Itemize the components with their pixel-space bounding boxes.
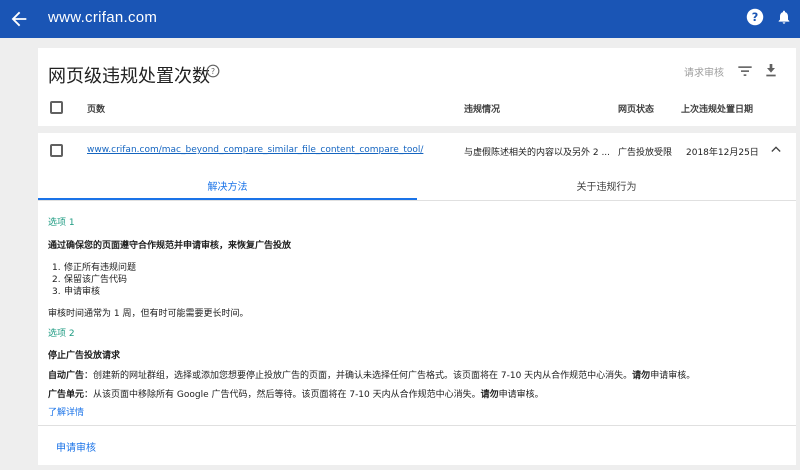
review-time-note: 审核时间通常为 1 周，但有时可能需要更长时间。 bbox=[48, 309, 249, 319]
download-icon[interactable] bbox=[764, 62, 778, 78]
request-review-button[interactable]: 请求审核 bbox=[684, 64, 724, 79]
violations-header-card: 网页级违规处置次数 ? 请求审核 页数 违规情况 网页状态 上次违规处置日期 bbox=[38, 48, 796, 126]
column-header-violation: 违规情况 bbox=[464, 105, 501, 115]
site-title: www.crifan.com bbox=[48, 9, 158, 26]
step-text: 申请审核 bbox=[64, 287, 101, 297]
divider bbox=[38, 425, 796, 426]
svg-text:?: ? bbox=[752, 11, 759, 24]
help-icon[interactable]: ? bbox=[746, 8, 764, 26]
filter-icon[interactable] bbox=[737, 64, 753, 78]
column-header-pages: 页数 bbox=[87, 105, 106, 115]
option1-heading: 通过确保您的页面遵守合作规范并申请审核，来恢复广告投放 bbox=[48, 241, 292, 251]
tab-bar: 解决方法 关于违规行为 bbox=[38, 173, 796, 201]
tab-about-violation[interactable]: 关于违规行为 bbox=[417, 178, 796, 193]
option1-label: 选项 1 bbox=[48, 218, 75, 228]
list-item: 3. 申请审核 bbox=[52, 287, 101, 297]
svg-text:?: ? bbox=[211, 67, 215, 76]
page-url-link[interactable]: www.crifan.com/mac_beyond_compare_simila… bbox=[87, 145, 423, 155]
learn-more-link[interactable]: 了解详情 bbox=[48, 405, 84, 418]
date-cell: 2018年12月25日 bbox=[686, 148, 759, 158]
select-all-checkbox[interactable] bbox=[50, 101, 63, 114]
status-cell: 广告投放受限 bbox=[618, 148, 673, 158]
ad-unit-instruction: 广告单元：从该页面中移除所有 Google 广告代码，然后等待。该页面将在 7-… bbox=[48, 390, 544, 400]
back-arrow-icon[interactable] bbox=[8, 8, 30, 30]
apply-review-button[interactable]: 申请审核 bbox=[56, 439, 96, 454]
violation-cell: 与虚假陈述相关的内容以及另外 2 ... bbox=[464, 148, 611, 158]
table-row[interactable]: www.crifan.com/mac_beyond_compare_simila… bbox=[38, 133, 796, 169]
auto-ads-instruction: 自动广告：创建新的网址群组，选择或添加您想要停止投放广告的页面，并确认未选择任何… bbox=[48, 371, 696, 381]
page-title: 网页级违规处置次数 bbox=[48, 66, 210, 87]
row-checkbox[interactable] bbox=[50, 144, 63, 157]
bell-icon[interactable] bbox=[776, 8, 792, 26]
active-tab-indicator bbox=[38, 198, 417, 200]
app-bar: www.crifan.com ? bbox=[0, 0, 800, 38]
tab-solution[interactable]: 解决方法 bbox=[38, 178, 417, 193]
chevron-up-icon[interactable] bbox=[771, 145, 781, 153]
option2-heading: 停止广告投放请求 bbox=[48, 351, 121, 361]
column-header-status: 网页状态 bbox=[618, 105, 655, 115]
violation-detail-card: www.crifan.com/mac_beyond_compare_simila… bbox=[38, 133, 796, 465]
column-header-last-date: 上次违规处置日期 bbox=[681, 105, 754, 115]
option2-label: 选项 2 bbox=[48, 329, 75, 339]
help-circle-icon[interactable]: ? bbox=[206, 64, 220, 78]
